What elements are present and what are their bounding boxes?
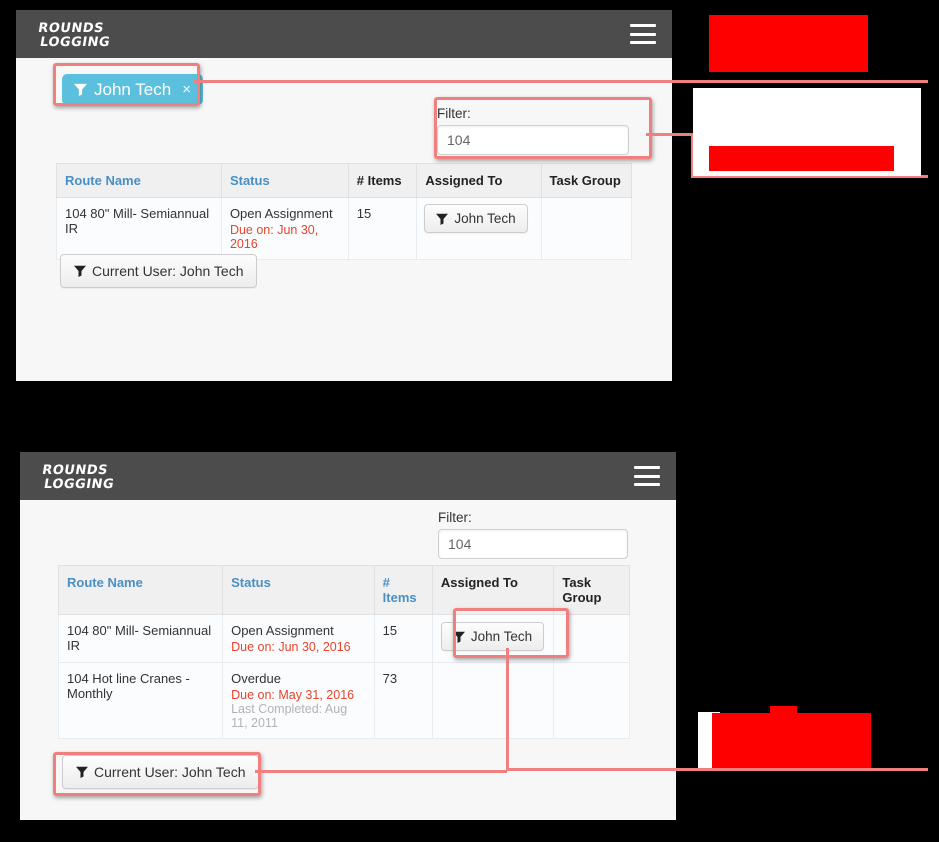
funnel-icon [74, 265, 86, 277]
redacted-callout-3 [712, 713, 871, 768]
bottom-current-user-label: Current User: John Tech [94, 764, 246, 780]
funnel-icon [452, 631, 465, 643]
top-filter-group: Filter: [437, 106, 629, 155]
bottom-filter-group: Filter: [438, 510, 628, 559]
filter-chip-john-tech[interactable]: John Tech × [62, 74, 203, 105]
svg-text:LOGGING: LOGGING [43, 477, 115, 492]
bottom-filter-label: Filter: [438, 510, 472, 525]
bottom-current-user-button[interactable]: Current User: John Tech [62, 755, 260, 789]
bottom-col-assigned-to: Assigned To [431, 565, 555, 615]
bottom-routes-table: Route Name Status # Items Assigned To Ta… [57, 565, 630, 739]
bottom-cell-route-name-1[interactable]: 104 Hot line Cranes - Monthly [57, 662, 224, 739]
top-panel-body: John Tech × Filter: Route Name Status # … [16, 58, 672, 381]
table-row: 104 Hot line Cranes - Monthly Overdue Du… [57, 662, 630, 739]
bottom-cell-route-name-0[interactable]: 104 80" Mill- Semiannual IR [57, 614, 224, 663]
bottom-cell-assigned-to-0: John Tech [431, 614, 555, 663]
assigned-to-john-tech-button[interactable]: John Tech [424, 204, 528, 233]
assigned-to-label: John Tech [470, 629, 533, 644]
bottom-col-route-name[interactable]: Route Name [57, 565, 224, 615]
top-col-status[interactable]: Status [220, 163, 349, 198]
table-row: 104 80" Mill- Semiannual IR Open Assignm… [56, 197, 633, 260]
bottom-cell-status-0: Open Assignment Due on: Jun 30, 2016 [222, 614, 375, 663]
funnel-icon [436, 213, 449, 225]
top-app-window: ROUNDS LOGGING John Tech × Filter: 104 R… [16, 10, 672, 381]
top-routes-table: Route Name Status # Items Assigned To Ta… [56, 163, 633, 260]
top-cell-route-name[interactable]: 104 80" Mill- Semiannual IR [56, 197, 222, 260]
status-last-completed: Last Completed: Aug 11, 2011 [231, 702, 348, 730]
bottom-cell-task-group-0 [553, 614, 630, 663]
status-main: Overdue [231, 671, 281, 686]
assigned-to-john-tech-button[interactable]: John Tech [440, 622, 545, 651]
bottom-panel-body: Filter: Route Name Status # Items Assign… [20, 500, 676, 820]
table-row: 104 80" Mill- Semiannual IR Open Assignm… [57, 614, 630, 663]
status-main: Open Assignment [229, 206, 333, 221]
filter-chip-remove-icon[interactable]: × [182, 82, 191, 97]
funnel-icon [76, 766, 88, 778]
top-col-assigned-to: Assigned To [416, 163, 542, 198]
bottom-navbar: ROUNDS LOGGING [20, 452, 676, 500]
funnel-icon [74, 83, 87, 96]
bottom-cell-status-1: Overdue Due on: May 31, 2016 Last Comple… [222, 662, 375, 739]
bottom-col-task-group: Task Group [553, 565, 630, 615]
screenshot-stage: ROUNDS LOGGING John Tech × Filter: 104 R… [0, 0, 939, 842]
top-col-route-name[interactable]: Route Name [56, 163, 222, 198]
top-filter-input[interactable] [437, 125, 629, 155]
top-cell-assigned-to: John Tech [416, 197, 542, 260]
redacted-callout-1 [709, 15, 868, 72]
bottom-table-header-row: Route Name Status # Items Assigned To Ta… [57, 565, 630, 615]
bottom-col-status[interactable]: Status [222, 565, 375, 615]
bottom-current-user-wrap: Current User: John Tech [62, 755, 260, 789]
bottom-cell-task-group-1 [553, 662, 630, 739]
bottom-app-window: ROUNDS LOGGING Filter: Route Name [20, 452, 676, 820]
rounds-logging-logo[interactable]: ROUNDS LOGGING [32, 17, 124, 51]
top-cell-status: Open Assignment Due on: Jun 30, 2016 [220, 197, 349, 260]
status-due: Due on: Jun 30, 2016 [229, 223, 319, 251]
redacted-callout-3b [770, 706, 797, 716]
filter-chip-label: John Tech [94, 80, 172, 99]
top-cell-task-group [540, 197, 633, 260]
bottom-filter-input[interactable] [438, 529, 628, 559]
svg-text:ROUNDS: ROUNDS [37, 21, 105, 36]
hamburger-menu-icon[interactable] [634, 466, 660, 486]
top-col-task-group: Task Group [540, 163, 633, 198]
bottom-cell-assigned-to-1 [431, 662, 555, 739]
assigned-to-label: John Tech [454, 211, 516, 226]
rounds-logging-logo[interactable]: ROUNDS LOGGING [36, 459, 128, 493]
top-navbar: ROUNDS LOGGING [16, 10, 672, 58]
top-current-user-button[interactable]: Current User: John Tech [60, 254, 258, 288]
status-due: Due on: May 31, 2016 [231, 688, 355, 702]
top-col-items: # Items [347, 163, 418, 198]
top-current-user-wrap: Current User: John Tech [60, 254, 258, 288]
status-due: Due on: Jun 30, 2016 [231, 640, 351, 654]
top-current-user-label: Current User: John Tech [92, 263, 244, 279]
bottom-cell-items-1: 73 [373, 662, 433, 739]
svg-text:LOGGING: LOGGING [39, 35, 111, 50]
bottom-cell-items-0: 15 [373, 614, 433, 663]
bottom-col-items[interactable]: # Items [373, 565, 433, 615]
status-main: Open Assignment [231, 623, 334, 638]
top-cell-items: 15 [347, 197, 418, 260]
top-table-header-row: Route Name Status # Items Assigned To Ta… [56, 163, 633, 198]
top-filter-label: Filter: [437, 106, 471, 121]
redacted-callout-2 [709, 146, 894, 171]
svg-text:ROUNDS: ROUNDS [41, 463, 109, 478]
hamburger-menu-icon[interactable] [630, 24, 656, 44]
